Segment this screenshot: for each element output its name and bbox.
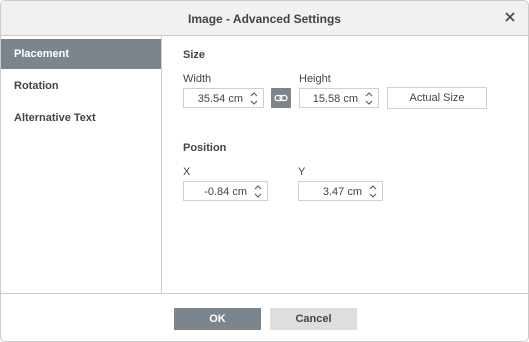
link-icon <box>271 94 291 111</box>
size-section-label: Size <box>183 49 206 61</box>
height-value: 15.58 cm <box>312 93 358 105</box>
x-spinner[interactable]: -0.84 cm <box>183 181 268 201</box>
x-label: X <box>183 166 191 178</box>
advanced-settings-dialog: Image - Advanced Settings Placement Rota… <box>0 0 529 342</box>
spinner-arrows-icon[interactable] <box>253 184 263 199</box>
sidebar-item-label: Placement <box>14 48 70 60</box>
sidebar: Placement Rotation Alternative Text <box>1 36 162 293</box>
height-label: Height <box>299 73 331 85</box>
position-section-label: Position <box>183 142 227 154</box>
sidebar-item-placement[interactable]: Placement <box>1 39 161 69</box>
width-label: Width <box>183 73 212 85</box>
actual-size-button[interactable]: Actual Size <box>387 87 487 109</box>
spinner-arrows-icon[interactable] <box>368 184 378 199</box>
y-label: Y <box>298 166 306 178</box>
sidebar-item-label: Alternative Text <box>14 112 96 124</box>
x-value: -0.84 cm <box>204 186 247 198</box>
ok-button[interactable]: OK <box>174 308 261 330</box>
height-spinner[interactable]: 15.58 cm <box>299 88 379 108</box>
dialog-title: Image - Advanced Settings <box>188 12 341 26</box>
cancel-button[interactable]: Cancel <box>270 308 357 330</box>
y-value: 3.47 cm <box>322 186 362 198</box>
width-spinner[interactable]: 35.54 cm <box>183 88 264 108</box>
y-spinner[interactable]: 3.47 cm <box>298 181 383 201</box>
placement-panel: Size Width 35.54 cm Height 15.58 cm Actu… <box>162 36 528 293</box>
spinner-arrows-icon[interactable] <box>364 91 374 106</box>
dialog-footer: OK Cancel <box>1 293 528 341</box>
close-icon[interactable] <box>502 9 518 25</box>
spinner-arrows-icon[interactable] <box>249 91 259 106</box>
constrain-proportions-button[interactable] <box>271 88 291 108</box>
width-value: 35.54 cm <box>197 93 243 105</box>
sidebar-item-label: Rotation <box>14 80 59 92</box>
dialog-titlebar: Image - Advanced Settings <box>1 1 528 36</box>
sidebar-item-rotation[interactable]: Rotation <box>1 71 161 101</box>
sidebar-item-alternative-text[interactable]: Alternative Text <box>1 103 161 133</box>
